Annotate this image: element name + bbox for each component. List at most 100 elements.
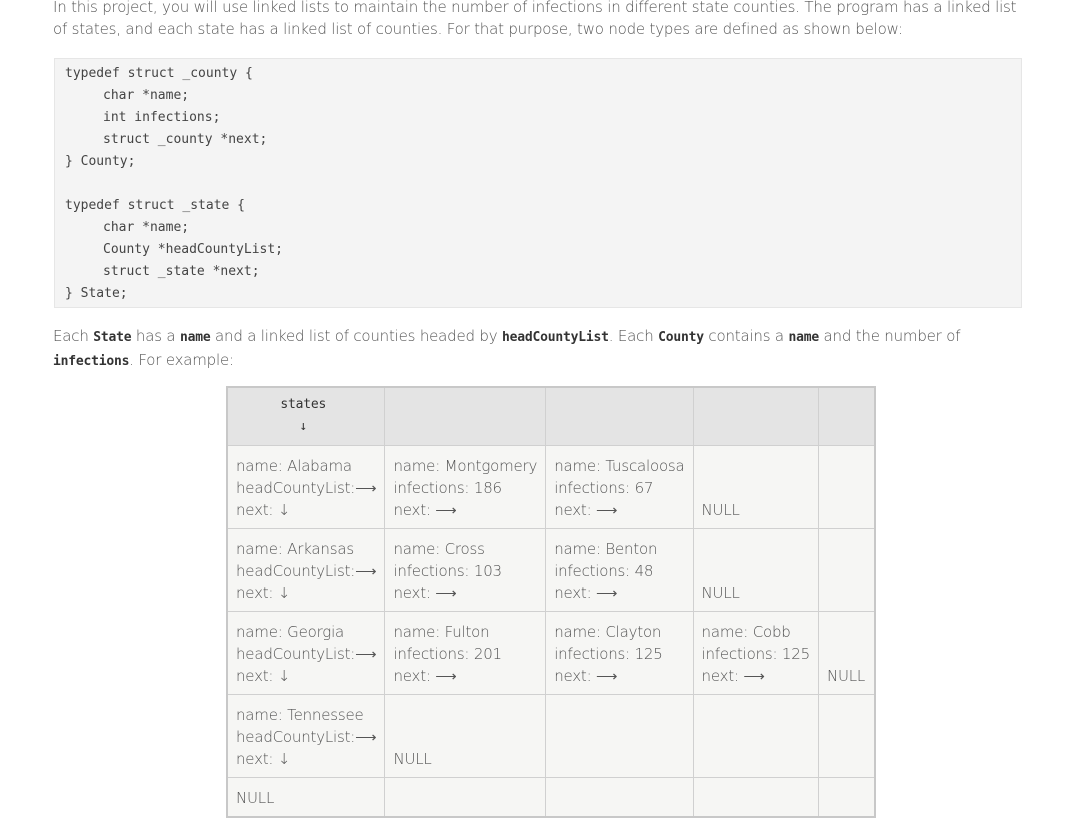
node-field: name: Montgomery — [393, 457, 538, 475]
node-field: infections: 125 — [554, 645, 663, 663]
node-field: NULL — [701, 501, 740, 519]
node-field: name: Benton — [554, 540, 658, 558]
node-field: next: ⟶ — [393, 501, 457, 519]
node-field: next: ↓ — [236, 501, 291, 519]
node-field: headCountyList:⟶ — [236, 562, 377, 580]
down-arrow-icon: ↓ — [299, 419, 308, 434]
node-field: NULL — [826, 667, 866, 685]
node-field: headCountyList:⟶ — [236, 645, 377, 663]
node-field: NULL — [236, 788, 275, 807]
node-field: name: Clayton — [554, 623, 662, 641]
node-field: name: Georgia — [236, 623, 345, 641]
diagram-header-row: states ↓ — [226, 386, 876, 446]
diagram-row: name: Tennessee headCountyList:⟶ next: ↓ NU… — [226, 694, 876, 778]
header-cell — [692, 386, 819, 446]
node-field: infections: 103 — [393, 562, 502, 580]
node-field: NULL — [701, 584, 740, 602]
inline-code: County — [658, 330, 704, 345]
node-field: name: Fulton — [393, 623, 490, 641]
states-label: states — [280, 397, 327, 412]
node-cell: NULL — [226, 777, 386, 817]
node-cell: NULL — [817, 611, 876, 695]
code-line: struct _county *next; — [103, 132, 268, 147]
node-field: headCountyList:⟶ — [236, 728, 377, 746]
code-block: typedef struct _county {char *name; int i… — [54, 58, 1022, 308]
node-field: NULL — [393, 750, 432, 768]
description-paragraph: Each State has a name and a linked list … — [53, 325, 1023, 373]
empty-cell — [817, 777, 876, 817]
inline-code: infections — [53, 354, 130, 369]
inline-code: name — [788, 330, 819, 345]
node-field: next: ↓ — [236, 667, 291, 685]
linked-list-diagram: states ↓ name: Alabama headCountyList:⟶ ne… — [226, 386, 877, 818]
node-field: next: ⟶ — [554, 501, 618, 519]
text-span: and a linked list of counties headed by — [210, 327, 502, 345]
code-line: char *name; — [103, 220, 190, 235]
empty-cell — [692, 694, 819, 778]
node-cell: NULL — [692, 528, 819, 612]
node-cell: name: Benton infections: 48 next: ⟶ — [545, 528, 694, 612]
node-field: next: ↓ — [236, 750, 291, 768]
node-field: infections: 67 — [554, 479, 654, 497]
node-field: next: ⟶ — [554, 667, 618, 685]
inline-code: name — [179, 330, 211, 345]
empty-cell — [817, 528, 876, 612]
node-cell: name: Cross infections: 103 next: ⟶ — [384, 528, 547, 612]
node-field: next: ⟶ — [701, 667, 765, 685]
header-cell — [817, 386, 876, 446]
empty-cell — [692, 777, 819, 817]
node-field: next: ⟶ — [554, 584, 618, 602]
empty-cell — [817, 445, 876, 529]
node-field: name: Cross — [393, 540, 485, 558]
node-cell: name: Clayton infections: 125 next: ⟶ — [545, 611, 694, 695]
node-field: headCountyList:⟶ — [236, 479, 377, 497]
code-line: } County; — [65, 154, 136, 169]
node-cell: name: Georgia headCountyList:⟶ next: ↓ — [226, 611, 386, 695]
text-span: contains a — [703, 327, 789, 345]
node-field: infections: 201 — [393, 645, 502, 663]
text-span: . For example: — [129, 351, 234, 369]
node-cell: name: Tennessee headCountyList:⟶ next: ↓ — [226, 694, 386, 778]
text-span: and the number of — [818, 327, 961, 345]
node-field: name: Tennessee — [236, 706, 364, 724]
intro-paragraph: In this project, you will use linked lis… — [53, 0, 1017, 38]
diagram-row: name: Arkansas headCountyList:⟶ next: ↓ nam… — [226, 528, 876, 612]
node-cell: name: Alabama headCountyList:⟶ next: ↓ — [226, 445, 386, 529]
code-line: County *headCountyList; — [103, 242, 284, 257]
text-span: has a — [131, 327, 180, 345]
node-field: infections: 125 — [701, 645, 811, 663]
node-field: next: ↓ — [236, 584, 291, 602]
code-line: struct _state *next; — [103, 264, 260, 279]
empty-cell — [545, 777, 694, 817]
node-cell: NULL — [384, 694, 547, 778]
inline-code: State — [93, 330, 132, 345]
node-field: name: Alabama — [236, 457, 352, 475]
node-field: name: Cobb — [701, 623, 791, 641]
code-line: } State; — [65, 286, 128, 301]
node-cell: name: Cobb infections: 125 next: ⟶ — [692, 611, 819, 695]
code-line: typedef struct _state { — [65, 198, 246, 213]
empty-cell — [545, 694, 694, 778]
text-span: Each — [53, 327, 94, 345]
node-cell: name: Montgomery infections: 186 next: ⟶ — [384, 445, 547, 529]
empty-cell — [384, 777, 547, 817]
diagram-row: name: Georgia headCountyList:⟶ next: ↓ name… — [226, 611, 876, 695]
code-line: typedef struct _county { — [65, 66, 253, 81]
node-field: infections: 186 — [393, 479, 502, 497]
inline-code: headCountyList — [501, 330, 609, 345]
states-header-cell: states ↓ — [226, 386, 386, 446]
empty-cell — [817, 694, 876, 778]
node-field: infections: 48 — [554, 562, 654, 580]
diagram-row: name: Alabama headCountyList:⟶ next: ↓ name… — [226, 445, 876, 529]
node-cell: name: Arkansas headCountyList:⟶ next: ↓ — [226, 528, 386, 612]
node-field: next: ⟶ — [393, 667, 457, 685]
node-cell: name: Tuscaloosa infections: 67 next: ⟶ — [545, 445, 694, 529]
code-line: char *name; — [103, 88, 190, 103]
node-cell: name: Fulton infections: 201 next: ⟶ — [384, 611, 547, 695]
node-field: next: ⟶ — [393, 584, 457, 602]
node-field: name: Tuscaloosa — [554, 457, 685, 475]
header-cell — [545, 386, 694, 446]
header-cell — [384, 386, 547, 446]
node-cell: NULL — [692, 445, 819, 529]
